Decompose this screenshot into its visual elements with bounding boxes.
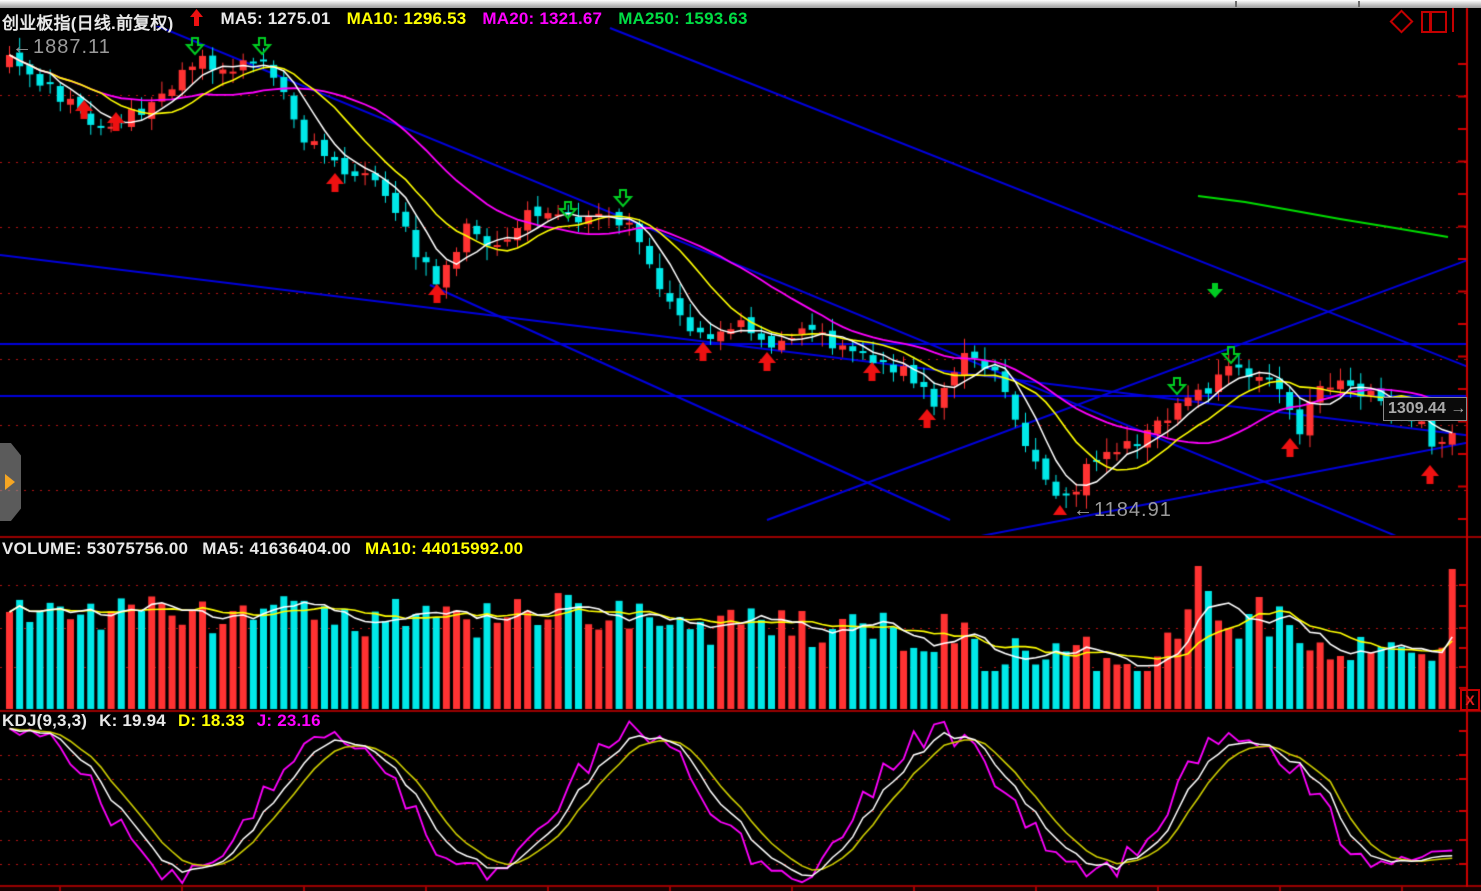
ma10-value: MA10: 1296.53 bbox=[347, 9, 467, 34]
window-top-bar bbox=[0, 0, 1481, 8]
main-chart-header: 创业板指(日线.前复权) MA5: 1275.01 MA10: 1296.53 … bbox=[2, 9, 748, 34]
kdj-name: KDJ(9,3,3) bbox=[2, 711, 87, 731]
up-arrow-icon bbox=[189, 9, 204, 34]
ma5-value: MA5: 1275.01 bbox=[220, 9, 330, 34]
chart-application-window: 创业板指(日线.前复权) MA5: 1275.01 MA10: 1296.53 … bbox=[0, 0, 1481, 891]
left-flyout-tab[interactable] bbox=[0, 443, 21, 521]
close-pane-button[interactable]: X bbox=[1460, 689, 1480, 711]
top-bar-notch bbox=[1235, 1, 1237, 7]
top-bar-notch bbox=[1358, 1, 1360, 7]
kdj-j-value: J: 23.16 bbox=[257, 711, 321, 731]
kdj-k-value: K: 19.94 bbox=[99, 711, 166, 731]
volume-value: VOLUME: 53075756.00 bbox=[2, 539, 188, 559]
flyout-expand-arrow-icon bbox=[5, 474, 15, 490]
volume-ma10-value: MA10: 44015992.00 bbox=[365, 539, 523, 559]
pane-divider-mark bbox=[1452, 8, 1454, 32]
split-window-divider bbox=[1429, 13, 1432, 31]
chart-canvas[interactable] bbox=[0, 0, 1481, 891]
high-price-label: ←1887.11 bbox=[12, 36, 111, 59]
volume-ma5-value: MA5: 41636404.00 bbox=[202, 539, 351, 559]
instrument-title: 创业板指(日线.前复权) bbox=[2, 9, 173, 34]
current-price-tag[interactable]: 1309.44 → bbox=[1383, 397, 1467, 421]
kdj-d-value: D: 18.33 bbox=[178, 711, 245, 731]
volume-pane-header: VOLUME: 53075756.00 MA5: 41636404.00 MA1… bbox=[2, 539, 523, 559]
split-window-icon[interactable] bbox=[1421, 11, 1447, 33]
low-price-label: ←1184.91 bbox=[1073, 499, 1172, 522]
kdj-pane-header: KDJ(9,3,3) K: 19.94 D: 18.33 J: 23.16 bbox=[2, 711, 321, 731]
ma250-value: MA250: 1593.63 bbox=[618, 9, 747, 34]
ma20-value: MA20: 1321.67 bbox=[482, 9, 602, 34]
